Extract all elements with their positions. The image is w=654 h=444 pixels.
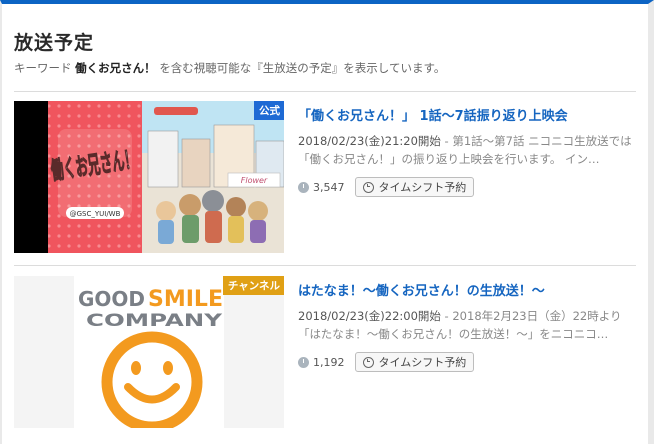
official-badge: 公式	[254, 101, 284, 120]
anime-thumbnail-image: Flower 働くお兄さん！ @GSC_YUI/WB	[14, 101, 284, 253]
start-time: 2018/02/23(金)22:00開始	[298, 309, 441, 323]
program-description: 2018/02/23(金)22:00開始 - 2018年2月23日（金）22時よ…	[298, 307, 634, 343]
view-count: 3,547	[298, 181, 345, 194]
clock-icon	[362, 356, 374, 368]
page-title: 放送予定	[14, 32, 95, 54]
search-keyword: 働くお兄さん！	[75, 61, 156, 75]
divider	[14, 91, 636, 92]
clock-icon	[298, 181, 309, 193]
start-time: 2018/02/23(金)21:20開始	[298, 134, 441, 148]
program-item: Flower 働くお兄さん！ @GSC_YUI/WB 公式 「働くお兄さん！」 …	[14, 101, 644, 257]
view-count-value: 3,547	[313, 180, 345, 194]
program-stats: 1,192 タイムシフト予約	[298, 352, 475, 372]
clock-icon	[298, 356, 309, 368]
clock-icon	[362, 181, 374, 193]
thumbnail-credit: @GSC_YUI/WB	[70, 210, 121, 218]
program-stats: 3,547 タイムシフト予約	[298, 177, 475, 197]
program-title-link[interactable]: はたなま！～働くお兄さん！の生放送！～	[298, 280, 638, 299]
logo-smile-text: SMILE	[148, 287, 223, 312]
logo-company-text: COMPANY	[86, 311, 223, 331]
desc-suffix: を含む視聴可能な『生放送の予定』を表示しています。	[159, 61, 446, 75]
flower-shop-sign: Flower	[241, 176, 268, 185]
program-item: GOOD SMILE COMPANY チャンネル はたなま！～働くお兄さん！の生…	[14, 276, 644, 432]
broadcast-schedule-panel: 放送予定 キーワード 働くお兄さん！ を含む視聴可能な『生放送の予定』を表示して…	[0, 0, 654, 444]
good-smile-company-logo-image: GOOD SMILE COMPANY	[14, 276, 284, 428]
program-title-link[interactable]: 「働くお兄さん！」 1話～7話振り返り上映会	[298, 105, 638, 124]
timeshift-button-label: タイムシフト予約	[378, 181, 467, 194]
logo-good-text: GOOD	[78, 287, 145, 311]
timeshift-reserve-button[interactable]: タイムシフト予約	[354, 177, 475, 197]
search-description: キーワード 働くお兄さん！ を含む視聴可能な『生放送の予定』を表示しています。	[14, 60, 445, 76]
program-description: 2018/02/23(金)21:20開始 - 第1話～第7話 ニコニコ生放送では…	[298, 132, 634, 168]
program-thumbnail[interactable]: Flower 働くお兄さん！ @GSC_YUI/WB 公式	[14, 101, 284, 253]
view-count: 1,192	[298, 356, 345, 369]
desc-prefix: キーワード	[14, 61, 72, 75]
timeshift-reserve-button[interactable]: タイムシフト予約	[354, 352, 475, 372]
view-count-value: 1,192	[313, 355, 345, 369]
divider	[14, 265, 636, 266]
program-thumbnail[interactable]: GOOD SMILE COMPANY チャンネル	[14, 276, 284, 428]
timeshift-button-label: タイムシフト予約	[378, 356, 467, 369]
channel-badge: チャンネル	[222, 276, 284, 295]
